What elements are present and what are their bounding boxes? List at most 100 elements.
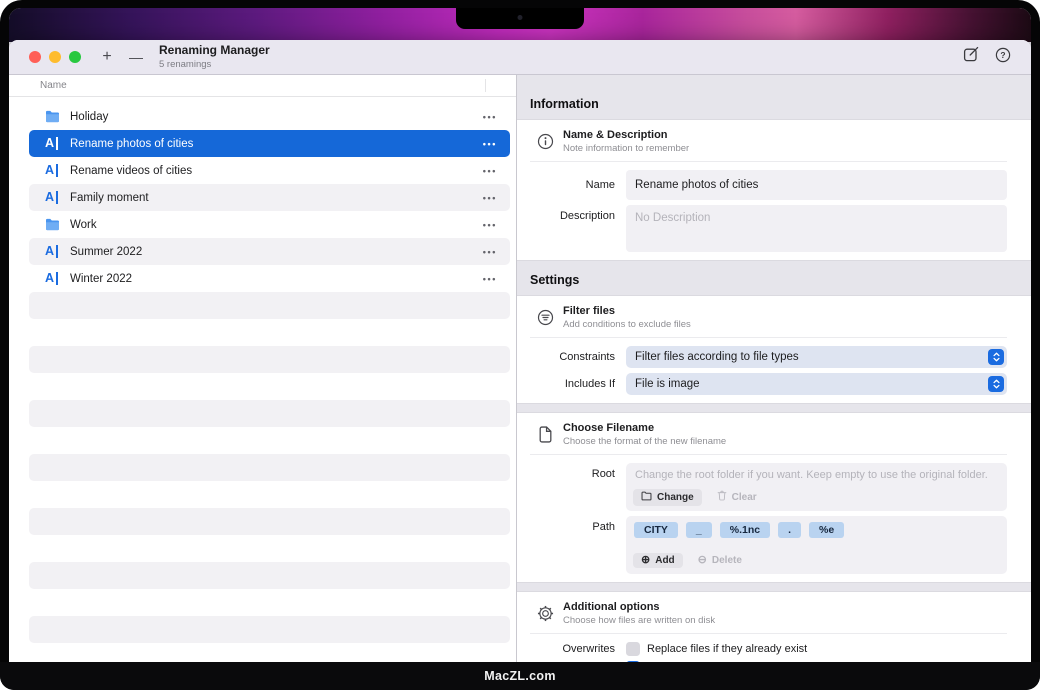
svg-text:?: ? [1000, 50, 1005, 60]
filter-icon [536, 309, 554, 327]
gear-icon [536, 605, 554, 623]
empty-row [29, 643, 510, 662]
root-field[interactable]: Change the root folder if you want. Keep… [626, 463, 1007, 511]
includes-if-select[interactable]: File is image [626, 373, 1007, 395]
path-label: Path [530, 521, 626, 533]
list-item[interactable]: A Summer 2022 ••• [29, 238, 510, 265]
list-item-label: Rename videos of cities [70, 165, 483, 177]
choose-filename-card: Choose Filename Choose the format of the… [517, 412, 1031, 583]
list-item-label: Work [70, 219, 483, 231]
question-mark-icon: ? [995, 47, 1011, 68]
constraints-select[interactable]: Filter files according to file types [626, 346, 1007, 368]
path-field[interactable]: CITY _ %.1nc . %e ⊕ [626, 516, 1007, 574]
card-title: Filter files [563, 305, 691, 317]
settings-section-header: Settings [517, 261, 1031, 295]
help-button[interactable]: ? [995, 47, 1011, 68]
empty-row [29, 562, 510, 589]
more-button[interactable]: ••• [483, 247, 497, 257]
rename-icon: A [45, 191, 62, 204]
more-button[interactable]: ••• [483, 166, 497, 176]
path-token[interactable]: %.1nc [720, 522, 770, 538]
empty-row [29, 535, 510, 562]
more-button[interactable]: ••• [483, 193, 497, 203]
window-title-group: Renaming Manager 5 renamings [159, 44, 270, 70]
empty-row [29, 589, 510, 616]
laptop-chin: MacZL.com [0, 662, 1040, 690]
close-button[interactable] [29, 51, 41, 63]
app-window: + — Renaming Manager 5 renamings ? [9, 40, 1031, 662]
empty-row [29, 373, 510, 400]
document-icon [536, 426, 554, 444]
delete-token-button[interactable]: ⊖ Delete [696, 553, 744, 568]
list-item[interactable]: A Winter 2022 ••• [29, 265, 510, 292]
information-section-header: Information [517, 75, 1031, 119]
more-button[interactable]: ••• [483, 220, 497, 230]
list-item-label: Summer 2022 [70, 246, 483, 258]
window-subtitle: 5 renamings [159, 59, 270, 70]
path-token[interactable]: _ [686, 522, 712, 538]
list-item[interactable]: Holiday ••• [29, 103, 510, 130]
traffic-lights [29, 51, 81, 63]
column-header-name: Name [9, 75, 516, 97]
zoom-button[interactable] [69, 51, 81, 63]
path-token[interactable]: . [778, 522, 801, 538]
empty-row [29, 400, 510, 427]
list-item-label: Holiday [70, 111, 483, 123]
list-item[interactable]: Work ••• [29, 211, 510, 238]
folder-small-icon [641, 491, 652, 504]
description-input[interactable] [626, 205, 1007, 252]
additional-options-card: Additional options Choose how files are … [517, 591, 1031, 662]
stepper-icon [988, 349, 1004, 365]
card-title: Additional options [563, 601, 715, 613]
name-description-card: Name & Description Note information to r… [517, 119, 1031, 261]
root-placeholder: Change the root folder if you want. Keep… [635, 469, 998, 481]
list-item[interactable]: A Rename photos of cities ••• [29, 130, 510, 157]
empty-row [29, 319, 510, 346]
empty-row [29, 481, 510, 508]
name-input[interactable] [626, 170, 1007, 200]
add-token-button[interactable]: ⊕ Add [633, 553, 683, 568]
laptop-frame: + — Renaming Manager 5 renamings ? [0, 0, 1040, 690]
overwrites-text: Replace files if they already exist [647, 643, 807, 655]
card-subtitle: Note information to remember [563, 143, 689, 154]
card-title: Choose Filename [563, 422, 726, 434]
stepper-icon [988, 376, 1004, 392]
rename-icon: A [45, 245, 62, 258]
card-subtitle: Choose the format of the new filename [563, 436, 726, 447]
rename-icon: A [45, 164, 62, 177]
path-token[interactable]: CITY [634, 522, 678, 538]
more-button[interactable]: ••• [483, 274, 497, 284]
overwrites-checkbox[interactable] [626, 642, 640, 656]
compose-button[interactable] [963, 46, 980, 68]
pencil-square-icon [963, 46, 980, 68]
path-token[interactable]: %e [809, 522, 844, 538]
empty-row [29, 454, 510, 481]
clear-button[interactable]: Clear [715, 488, 759, 506]
folder-icon [45, 110, 62, 123]
minimize-button[interactable] [49, 51, 61, 63]
empty-row [29, 346, 510, 373]
rename-icon: A [45, 137, 62, 150]
more-button[interactable]: ••• [483, 139, 497, 149]
list-item[interactable]: A Rename videos of cities ••• [29, 157, 510, 184]
more-button[interactable]: ••• [483, 112, 497, 122]
filter-files-card: Filter files Add conditions to exclude f… [517, 295, 1031, 404]
list-item[interactable]: A Family moment ••• [29, 184, 510, 211]
screen: + — Renaming Manager 5 renamings ? [9, 8, 1031, 662]
card-subtitle: Add conditions to exclude files [563, 319, 691, 330]
camera-dot [518, 15, 523, 20]
add-renaming-button[interactable]: + [97, 49, 117, 65]
card-subtitle: Choose how files are written on disk [563, 615, 715, 626]
renamings-sidebar: Name Holiday ••• A Re [9, 75, 517, 662]
change-button[interactable]: Change [633, 489, 702, 506]
watermark: MacZL.com [484, 669, 555, 683]
window-title: Renaming Manager [159, 44, 270, 57]
info-icon [536, 133, 554, 151]
overwrites-label: Overwrites [530, 643, 626, 655]
remove-renaming-button[interactable]: — [125, 50, 147, 64]
renamings-list: Holiday ••• A Rename photos of cities ••… [9, 97, 516, 662]
plus-circle-icon: ⊕ [641, 555, 650, 566]
empty-row [29, 508, 510, 535]
empty-row [29, 427, 510, 454]
constraints-label: Constraints [530, 351, 626, 363]
